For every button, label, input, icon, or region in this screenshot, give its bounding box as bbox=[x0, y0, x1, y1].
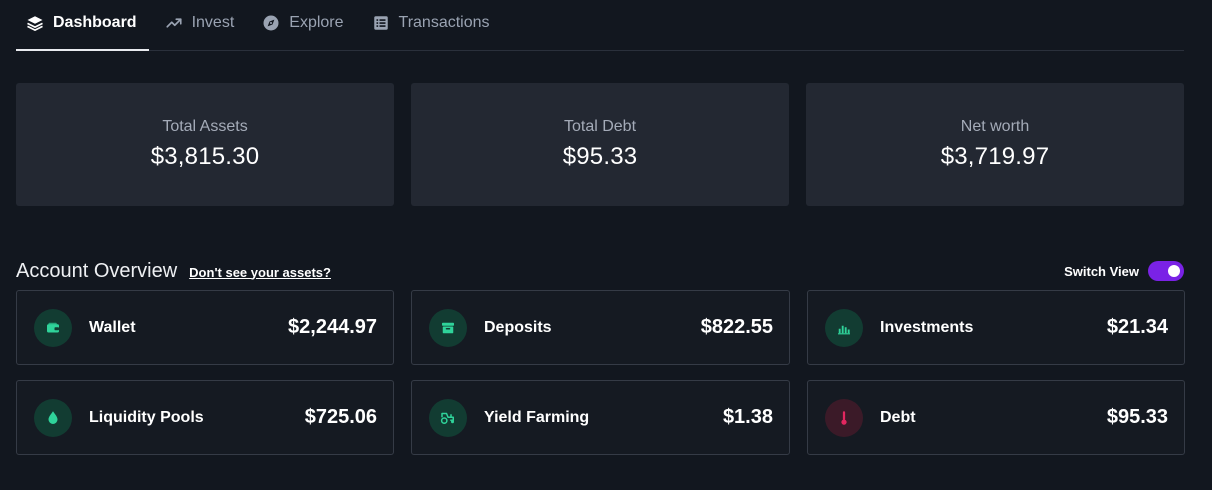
summary-label: Total Debt bbox=[563, 118, 637, 135]
account-name: Wallet bbox=[89, 318, 136, 336]
missing-assets-link[interactable]: Don't see your assets? bbox=[189, 265, 331, 280]
overview-title: Account Overview bbox=[16, 259, 178, 282]
switch-view-label: Switch View bbox=[1064, 263, 1139, 279]
compass-icon bbox=[262, 14, 280, 32]
tab-explore[interactable]: Explore bbox=[252, 0, 355, 50]
tab-label: Invest bbox=[191, 14, 235, 31]
account-overview-header: Account Overview Don't see your assets? … bbox=[16, 257, 1184, 285]
list-icon bbox=[372, 14, 390, 32]
main-tabs: Dashboard Invest Explore Transactions bbox=[16, 0, 1184, 51]
account-grid: Wallet $2,244.97 Deposits $822.55 Invest… bbox=[16, 290, 1196, 455]
summary-label: Net worth bbox=[960, 118, 1030, 135]
account-value: $725.06 bbox=[304, 406, 377, 428]
net-worth-card: Net worth $3,719.97 bbox=[806, 83, 1184, 206]
tab-label: Transactions bbox=[398, 14, 490, 31]
switch-view-toggle[interactable] bbox=[1148, 261, 1184, 281]
switch-view-control: Switch View bbox=[1064, 261, 1184, 281]
account-card-liquidity-pools[interactable]: Liquidity Pools $725.06 bbox=[16, 380, 394, 455]
account-value: $1.38 bbox=[722, 406, 773, 428]
account-card-investments[interactable]: Investments $21.34 bbox=[807, 290, 1185, 365]
account-value: $95.33 bbox=[1106, 406, 1168, 428]
account-name: Debt bbox=[880, 408, 916, 426]
account-card-deposits[interactable]: Deposits $822.55 bbox=[411, 290, 790, 365]
overview-title-group: Account Overview Don't see your assets? bbox=[16, 260, 331, 283]
tab-invest[interactable]: Invest bbox=[155, 0, 247, 50]
account-name: Liquidity Pools bbox=[89, 408, 204, 426]
account-name: Deposits bbox=[484, 318, 552, 336]
total-debt-card: Total Debt $95.33 bbox=[411, 83, 789, 206]
summary-value: $95.33 bbox=[562, 143, 638, 170]
layers-icon bbox=[26, 14, 44, 32]
summary-cards: Total Assets $3,815.30 Total Debt $95.33… bbox=[16, 83, 1196, 206]
summary-value: $3,815.30 bbox=[150, 143, 260, 170]
tab-label: Explore bbox=[289, 14, 344, 31]
total-assets-card: Total Assets $3,815.30 bbox=[16, 83, 394, 206]
account-value: $21.34 bbox=[1106, 316, 1168, 338]
account-name: Yield Farming bbox=[484, 408, 590, 426]
account-card-debt[interactable]: Debt $95.33 bbox=[807, 380, 1185, 455]
bar-chart-icon bbox=[825, 308, 863, 347]
dashboard-page: Dashboard Invest Explore Transactions To… bbox=[0, 0, 1212, 490]
thermometer-icon bbox=[825, 398, 863, 437]
archive-box-icon bbox=[429, 308, 467, 347]
tab-transactions[interactable]: Transactions bbox=[362, 0, 502, 50]
account-value: $822.55 bbox=[700, 316, 773, 338]
wallet-icon bbox=[34, 308, 72, 347]
account-value: $2,244.97 bbox=[288, 316, 377, 338]
tractor-icon bbox=[429, 398, 467, 437]
tab-dashboard[interactable]: Dashboard bbox=[16, 0, 149, 51]
droplet-icon bbox=[34, 398, 72, 437]
summary-value: $3,719.97 bbox=[940, 143, 1050, 170]
trend-up-icon bbox=[165, 14, 183, 32]
tab-label: Dashboard bbox=[53, 14, 137, 31]
account-card-wallet[interactable]: Wallet $2,244.97 bbox=[16, 290, 394, 365]
summary-label: Total Assets bbox=[162, 118, 248, 135]
account-card-yield-farming[interactable]: Yield Farming $1.38 bbox=[411, 380, 790, 455]
account-name: Investments bbox=[880, 318, 974, 336]
toggle-knob bbox=[1168, 265, 1180, 277]
